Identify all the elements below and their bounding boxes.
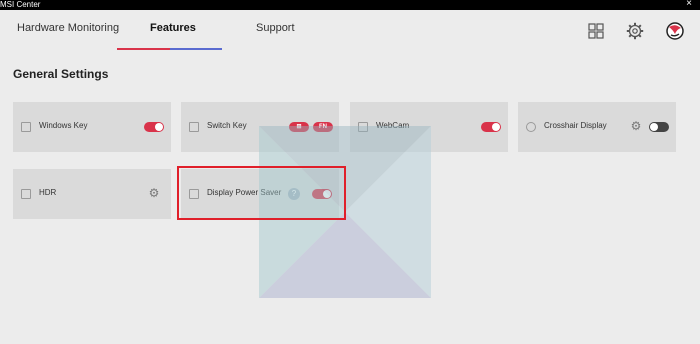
settings-icon[interactable] — [624, 20, 646, 42]
card-label: Crosshair Display — [544, 121, 607, 130]
top-nav: Hardware Monitoring Features Support — [0, 10, 700, 50]
card-hdr: HDR ⚙ — [13, 169, 171, 219]
tab-hardware-monitoring[interactable]: Hardware Monitoring — [17, 22, 119, 34]
title-bar: MSI Center × — [0, 0, 700, 10]
grid-icon[interactable] — [585, 20, 607, 42]
windows-key-toggle[interactable] — [144, 122, 164, 132]
card-windows-key: Windows Key — [13, 102, 171, 152]
windows-key-icon — [21, 122, 31, 132]
highlight-box — [177, 166, 346, 220]
crosshair-icon — [526, 122, 536, 132]
switch-key-icon — [189, 122, 199, 132]
card-label: HDR — [39, 188, 57, 197]
crosshair-toggle[interactable] — [649, 122, 669, 132]
tab-support[interactable]: Support — [256, 22, 295, 34]
msi-dragon-logo[interactable] — [664, 20, 686, 42]
section-title-general-settings: General Settings — [13, 67, 109, 81]
card-label: Switch Key — [207, 121, 247, 130]
card-label: Windows Key — [39, 121, 88, 130]
close-icon[interactable]: × — [686, 0, 692, 9]
webcam-toggle[interactable] — [481, 122, 501, 132]
card-crosshair-display: Crosshair Display ⚙ — [518, 102, 676, 152]
active-tab-indicator — [117, 48, 222, 50]
tab-features[interactable]: Features — [150, 22, 196, 34]
hdr-settings-icon[interactable]: ⚙ — [147, 186, 161, 200]
hdr-icon — [21, 189, 31, 199]
window-title: MSI Center — [0, 0, 41, 9]
crosshair-settings-icon[interactable]: ⚙ — [629, 119, 643, 133]
